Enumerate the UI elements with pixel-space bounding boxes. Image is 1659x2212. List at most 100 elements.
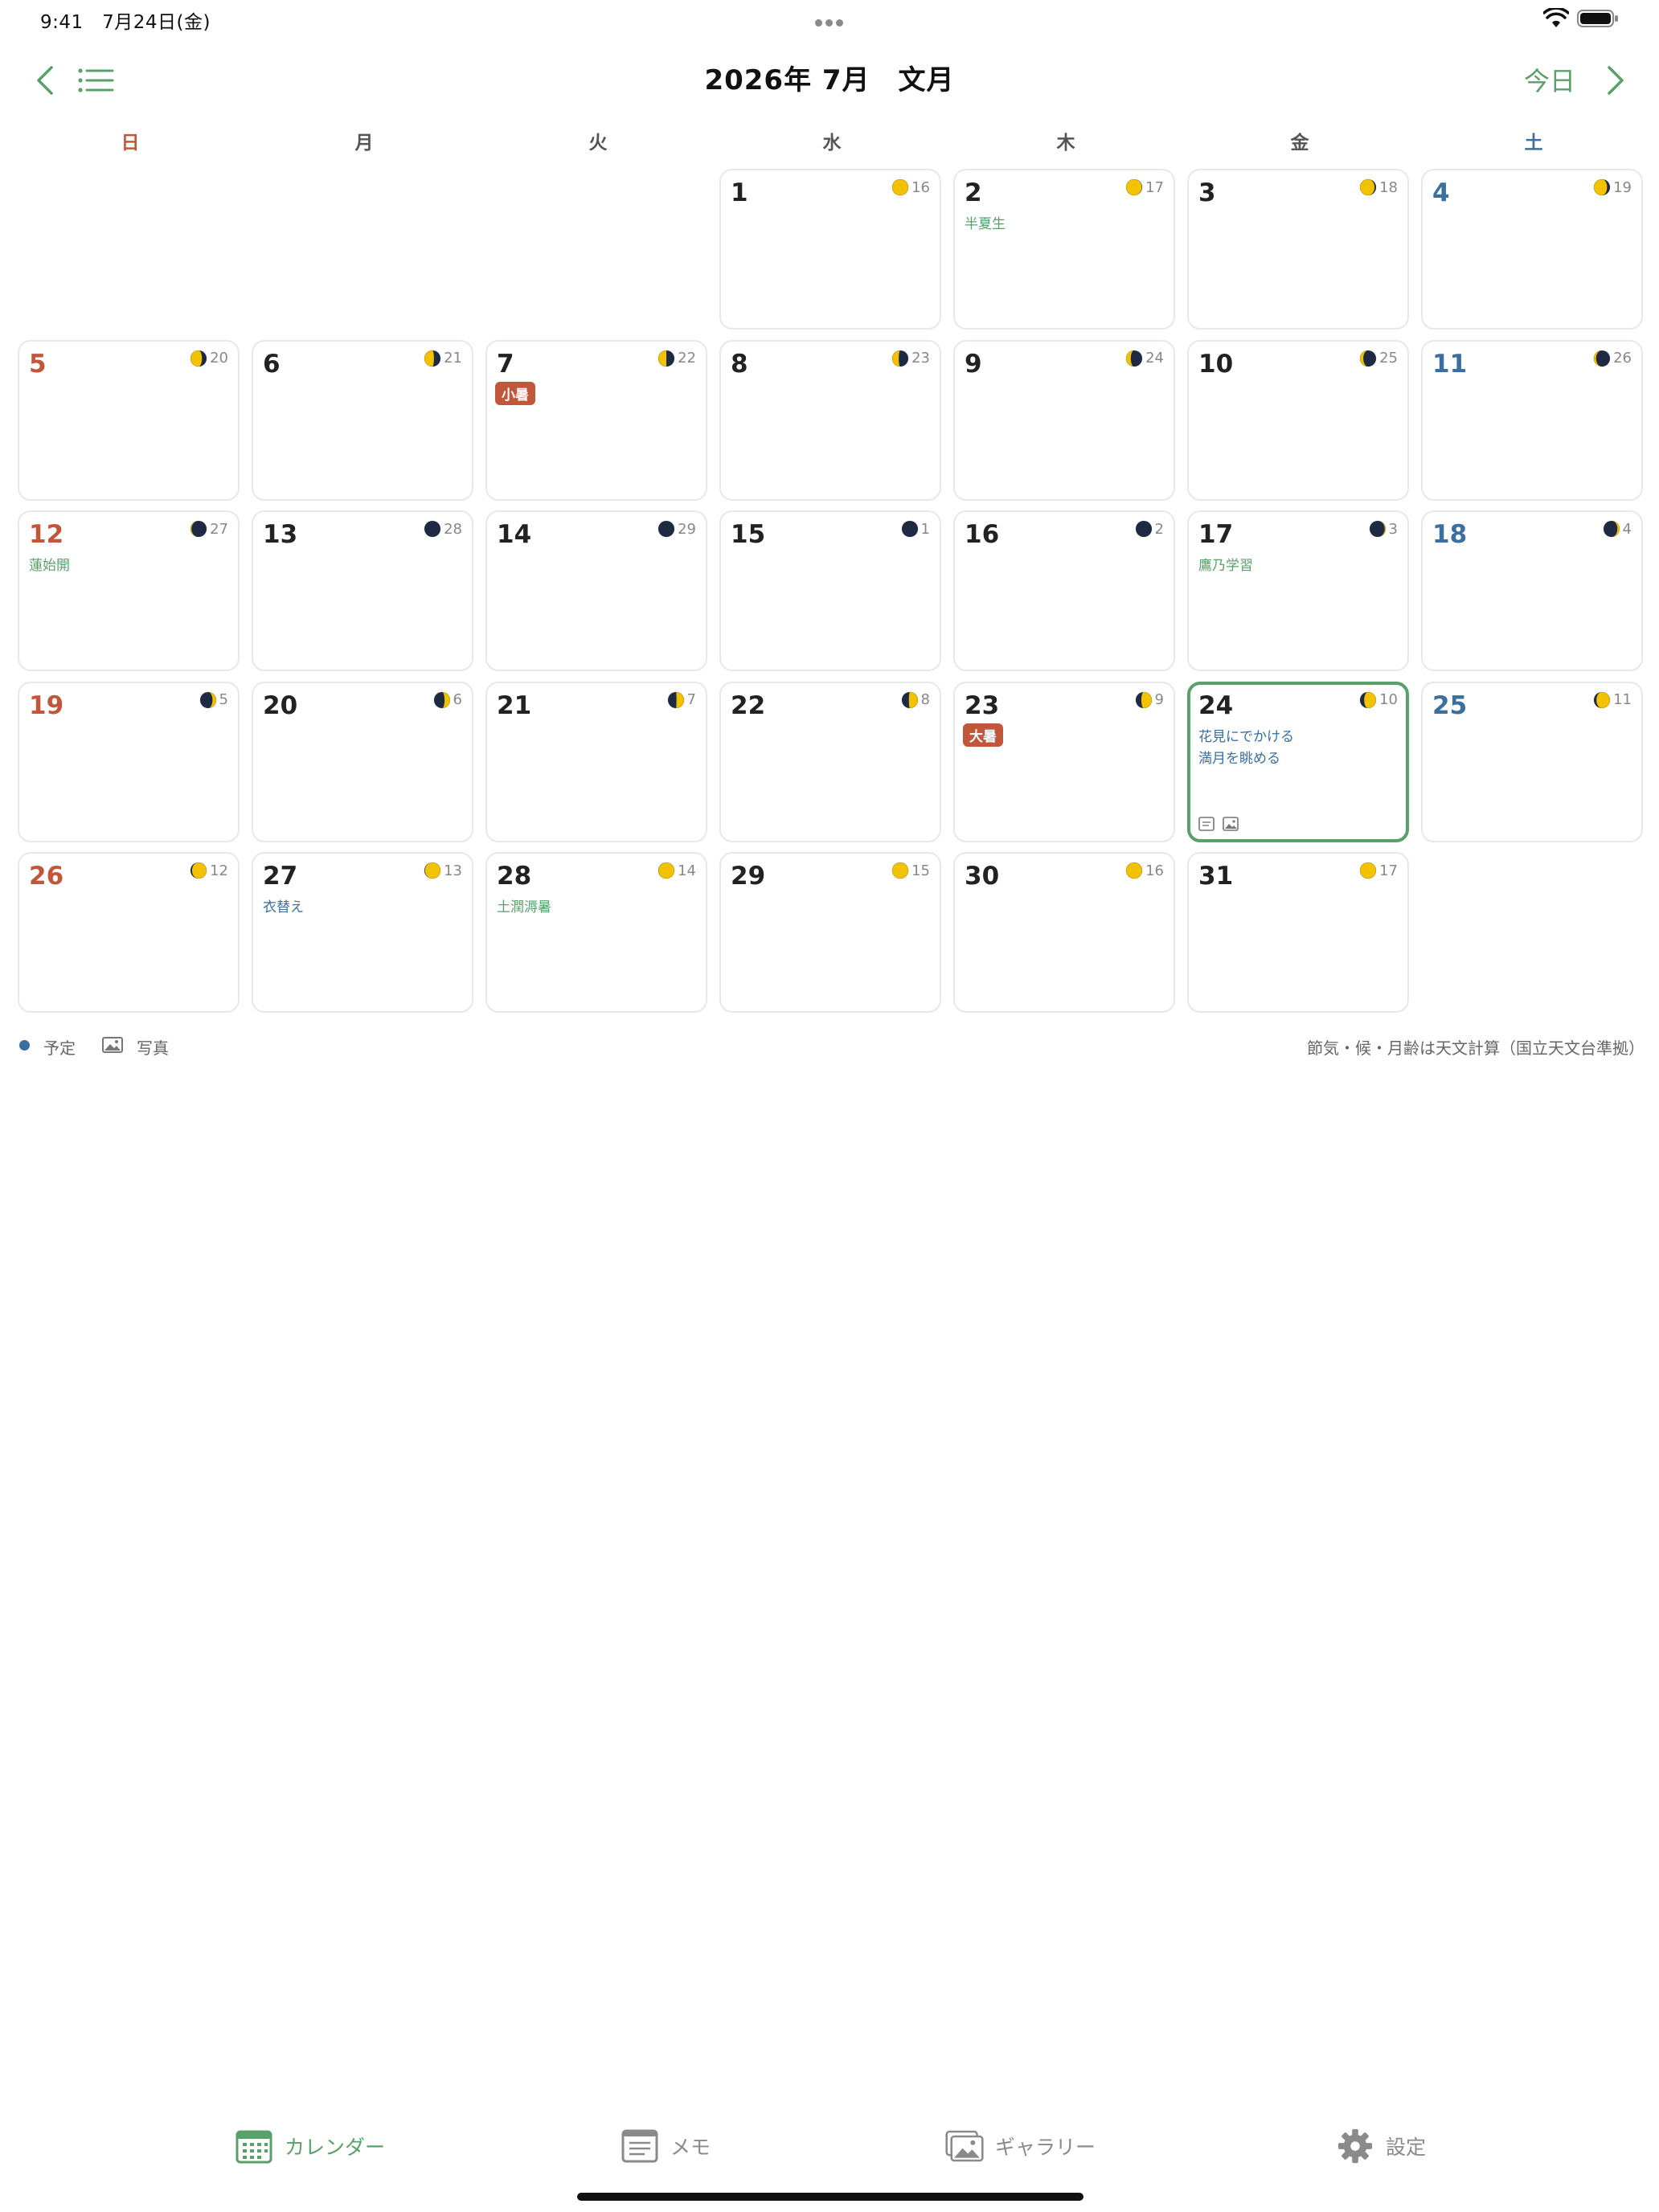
day-number: 26: [29, 862, 64, 891]
day-number: 24: [1198, 690, 1234, 720]
tab-calendar[interactable]: カレンダー: [235, 2122, 385, 2170]
day-cell-today[interactable]: 24 10 花見にでかける 満月を眺める: [1187, 681, 1409, 842]
moon-phase-icon: [424, 862, 441, 879]
moon-indicator: 7: [667, 691, 696, 709]
today-button[interactable]: 今日: [1524, 61, 1575, 98]
tab-gallery-label: ギャラリー: [995, 2136, 1096, 2159]
day-cell[interactable]: 31 17: [1187, 852, 1409, 1013]
tab-calendar-label: カレンダー: [285, 2136, 386, 2159]
moon-phase-icon: [424, 350, 441, 367]
moon-age: 6: [453, 691, 462, 708]
weekday-saturday: 土: [1524, 133, 1543, 154]
day-cell[interactable]: 4 19: [1421, 169, 1643, 330]
day-number: 17: [1198, 520, 1234, 549]
day-cell[interactable]: 7 22 小暑: [485, 339, 707, 501]
moon-age: 16: [911, 178, 930, 196]
day-number: 10: [1198, 349, 1234, 379]
multitasking-dots-icon[interactable]: [813, 14, 845, 30]
moon-indicator: 16: [1125, 862, 1164, 879]
moon-indicator: 12: [190, 862, 228, 879]
tab-memo[interactable]: メモ: [621, 2122, 711, 2170]
tab-memo-label: メモ: [670, 2136, 711, 2159]
day-number: 1: [731, 178, 748, 207]
chevron-right-icon[interactable]: [1601, 63, 1630, 98]
moon-age: 14: [678, 862, 696, 879]
moon-indicator: 17: [1359, 862, 1398, 879]
day-cell[interactable]: 9 24: [953, 339, 1175, 501]
tab-settings[interactable]: 設定: [1336, 2122, 1426, 2170]
moon-phase-icon: [1125, 862, 1143, 879]
day-number: 9: [965, 349, 982, 379]
day-cell[interactable]: 12 27 蓮始開: [18, 510, 240, 671]
day-cell[interactable]: 27 13 衣替え: [252, 852, 473, 1013]
tab-gallery[interactable]: ギャラリー: [945, 2122, 1096, 2170]
day-cell[interactable]: 5 20: [18, 339, 240, 501]
day-number: 22: [731, 690, 766, 720]
moon-phase-icon: [1359, 350, 1377, 367]
day-cell[interactable]: 10 25: [1187, 339, 1409, 501]
moon-phase-icon: [657, 350, 675, 367]
day-number: 27: [263, 862, 298, 891]
moon-indicator: 27: [190, 520, 228, 538]
legend: 予定 写真 節気・候・月齢は天文計算（国立天文台準拠）: [18, 1034, 1645, 1061]
moon-indicator: 3: [1369, 520, 1398, 538]
day-number: 5: [29, 349, 47, 379]
day-number: 23: [965, 690, 1000, 720]
day-cell[interactable]: 26 12: [18, 852, 240, 1013]
moon-age: 25: [1379, 350, 1398, 367]
day-cell[interactable]: 13 28: [252, 510, 473, 671]
day-number: 18: [1432, 520, 1468, 549]
legend-note: 節気・候・月齢は天文計算（国立天文台準拠）: [1307, 1038, 1645, 1058]
moon-phase-icon: [1593, 691, 1611, 708]
day-cell[interactable]: 16 2: [953, 510, 1175, 671]
moon-indicator: 11: [1593, 691, 1632, 709]
moon-age: 3: [1388, 520, 1398, 538]
moon-indicator: 28: [424, 520, 462, 538]
day-cell[interactable]: 17 3 鷹乃学習: [1187, 510, 1409, 671]
sekki-badge: 小暑: [495, 381, 535, 405]
day-cell[interactable]: 15 1: [719, 510, 941, 671]
day-cell[interactable]: 25 11: [1421, 681, 1643, 842]
day-cell[interactable]: 19 5: [18, 681, 240, 842]
status-clock: 9:41: [40, 12, 84, 33]
day-cell[interactable]: 23 9 大暑: [953, 681, 1175, 842]
weekday-header: 日 月 火 水 木 金 土: [18, 127, 1645, 156]
day-number: 4: [1432, 178, 1450, 207]
day-cell[interactable]: 30 16: [953, 852, 1175, 1013]
moon-phase-icon: [891, 178, 909, 196]
day-number: 31: [1198, 862, 1234, 891]
home-indicator[interactable]: [577, 2193, 1083, 2201]
moon-age: 28: [444, 520, 462, 538]
day-number: 25: [1432, 690, 1468, 720]
moon-phase-icon: [891, 862, 909, 879]
day-cell[interactable]: 6 21: [252, 339, 473, 501]
moon-phase-icon: [657, 862, 675, 879]
memo-icon: [1198, 816, 1215, 831]
day-number: 21: [497, 690, 532, 720]
moon-age: 12: [210, 862, 228, 879]
weekday-monday: 月: [354, 133, 374, 154]
seasonal-event-text: 半夏生: [965, 216, 1006, 232]
day-cell[interactable]: 2 17 半夏生: [953, 169, 1175, 330]
day-cell[interactable]: 29 15: [719, 852, 941, 1013]
weekday-friday: 金: [1290, 133, 1309, 154]
day-cell[interactable]: 28 14 土潤溽暑: [485, 852, 707, 1013]
day-cell[interactable]: 18 4: [1421, 510, 1643, 671]
moon-indicator: 22: [657, 350, 696, 367]
moon-phase-icon: [1125, 350, 1143, 367]
schedule-text: 満月を眺める: [1198, 750, 1280, 767]
day-cell[interactable]: 20 6: [252, 681, 473, 842]
seasonal-event-text: 蓮始開: [29, 558, 70, 574]
moon-phase-icon: [667, 691, 684, 708]
day-cell[interactable]: 3 18: [1187, 169, 1409, 330]
weekday-sunday: 日: [121, 133, 140, 154]
day-cell[interactable]: 21 7: [485, 681, 707, 842]
day-cell[interactable]: 14 29: [485, 510, 707, 671]
moon-age: 18: [1379, 178, 1398, 196]
tab-bar: カレンダー メモ ギャラリー 設定: [0, 2122, 1659, 2178]
day-cell[interactable]: 8 23: [719, 339, 941, 501]
day-cell[interactable]: 11 26: [1421, 339, 1643, 501]
moon-indicator: 19: [1593, 178, 1632, 196]
day-cell[interactable]: 22 8: [719, 681, 941, 842]
day-cell[interactable]: 1 16: [719, 169, 941, 330]
